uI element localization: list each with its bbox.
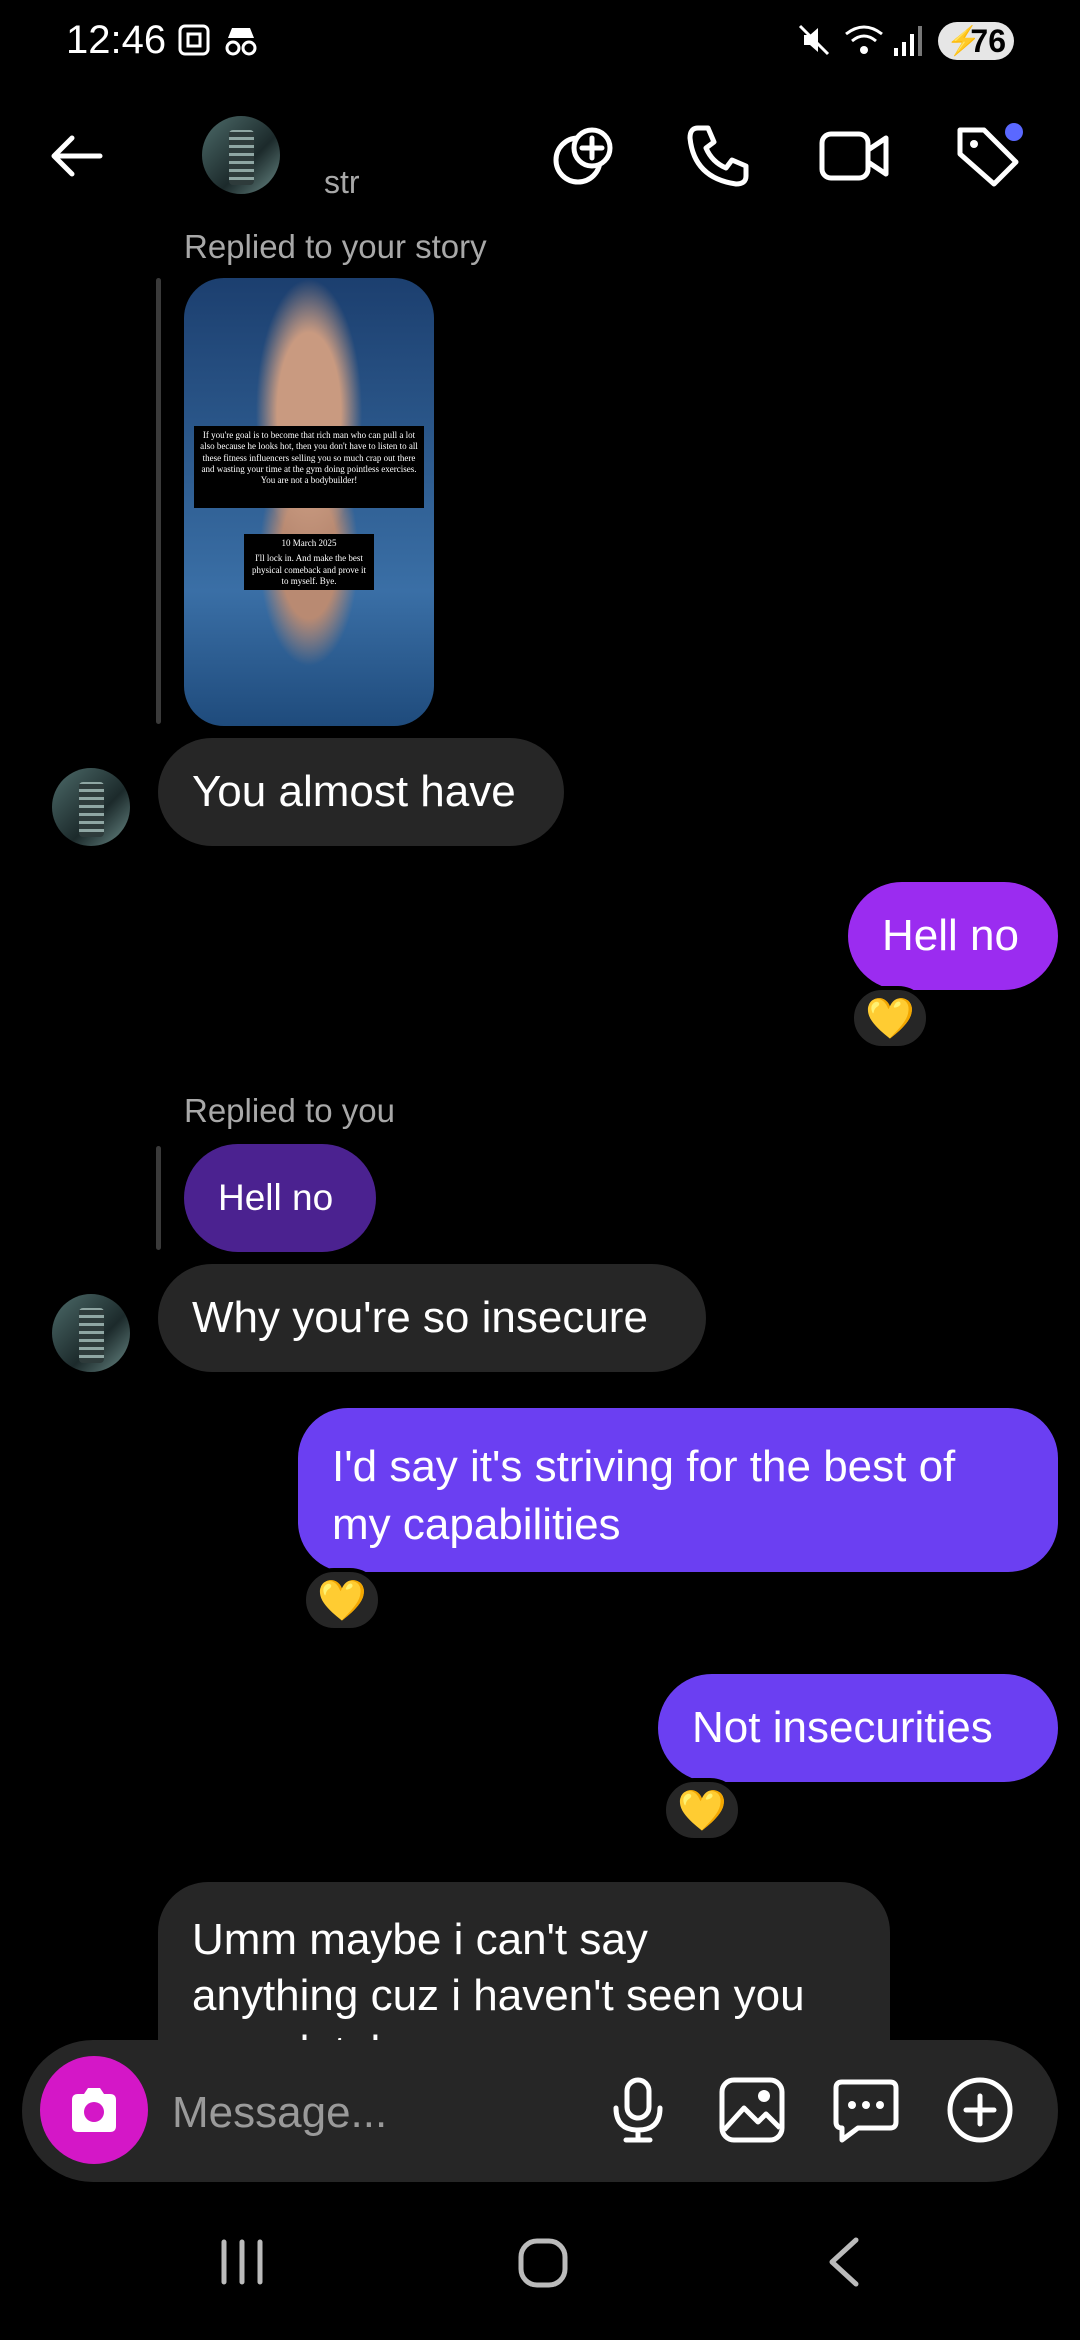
video-icon[interactable] (818, 120, 890, 192)
story-text-box-2: 10 March 2025 I'll lock in. And make the… (244, 534, 374, 590)
reply-bar (156, 278, 161, 724)
status-time: 12:46 (66, 18, 167, 62)
outgoing-message[interactable]: Hell no (848, 882, 1058, 990)
sticker-icon[interactable] (828, 2072, 904, 2148)
screenshot-icon (178, 24, 210, 56)
message-line: anything cuz i haven't seen you (192, 1971, 805, 2020)
recent-apps-icon[interactable] (214, 2236, 270, 2288)
back-arrow-icon[interactable] (40, 120, 112, 192)
heart-reaction[interactable]: 💛 (850, 986, 930, 1050)
mute-icon (798, 24, 830, 56)
incoming-message[interactable]: Why you're so insecure (158, 1264, 706, 1372)
tag-icon[interactable] (952, 120, 1024, 192)
wifi-icon (845, 25, 883, 54)
sender-avatar[interactable] (52, 768, 130, 846)
phone-icon[interactable] (682, 120, 754, 192)
charging-icon: ⚡ (946, 25, 981, 56)
incoming-message[interactable]: Umm maybe i can't say anything cuz i hav… (158, 1882, 890, 2042)
story-text-box: If you're goal is to become that rich ma… (194, 426, 424, 508)
add-people-icon[interactable] (548, 120, 620, 192)
incognito-icon (225, 28, 257, 56)
message-line: Umm maybe i can't say (192, 1915, 648, 1964)
outgoing-message[interactable]: I'd say it's striving for the best of my… (298, 1408, 1058, 1572)
mic-icon[interactable] (600, 2072, 676, 2148)
story-date: 10 March 2025 (281, 538, 337, 548)
quoted-message[interactable]: Hell no (184, 1144, 376, 1252)
reply-label: Replied to you (184, 1092, 395, 1129)
battery-indicator: ⚡ 76 (938, 22, 1014, 60)
home-icon[interactable] (516, 2236, 570, 2290)
contact-avatar[interactable] (202, 116, 280, 194)
message-line: I'd say it's striving for the best of (332, 1442, 956, 1491)
signal-icon (894, 26, 922, 56)
gallery-icon[interactable] (714, 2072, 790, 2148)
message-input[interactable] (170, 2072, 594, 2154)
story-reply-label: Replied to your story (184, 228, 487, 265)
story-caption: I'll lock in. And make the best physical… (252, 553, 366, 586)
plus-icon[interactable] (942, 2072, 1018, 2148)
incoming-message[interactable]: You almost have (158, 738, 564, 846)
sender-avatar[interactable] (52, 1294, 130, 1372)
contact-name[interactable]: str (324, 164, 360, 201)
camera-icon (72, 2088, 116, 2132)
heart-reaction[interactable]: 💛 (302, 1568, 382, 1632)
message-line: my capabilities (332, 1500, 621, 1549)
back-nav-icon[interactable] (822, 2236, 866, 2288)
outgoing-message[interactable]: Not insecurities (658, 1674, 1058, 1782)
heart-reaction[interactable]: 💛 (662, 1778, 742, 1842)
story-image[interactable]: If you're goal is to become that rich ma… (184, 278, 434, 726)
reply-bar (156, 1146, 161, 1250)
camera-button[interactable] (40, 2056, 148, 2164)
